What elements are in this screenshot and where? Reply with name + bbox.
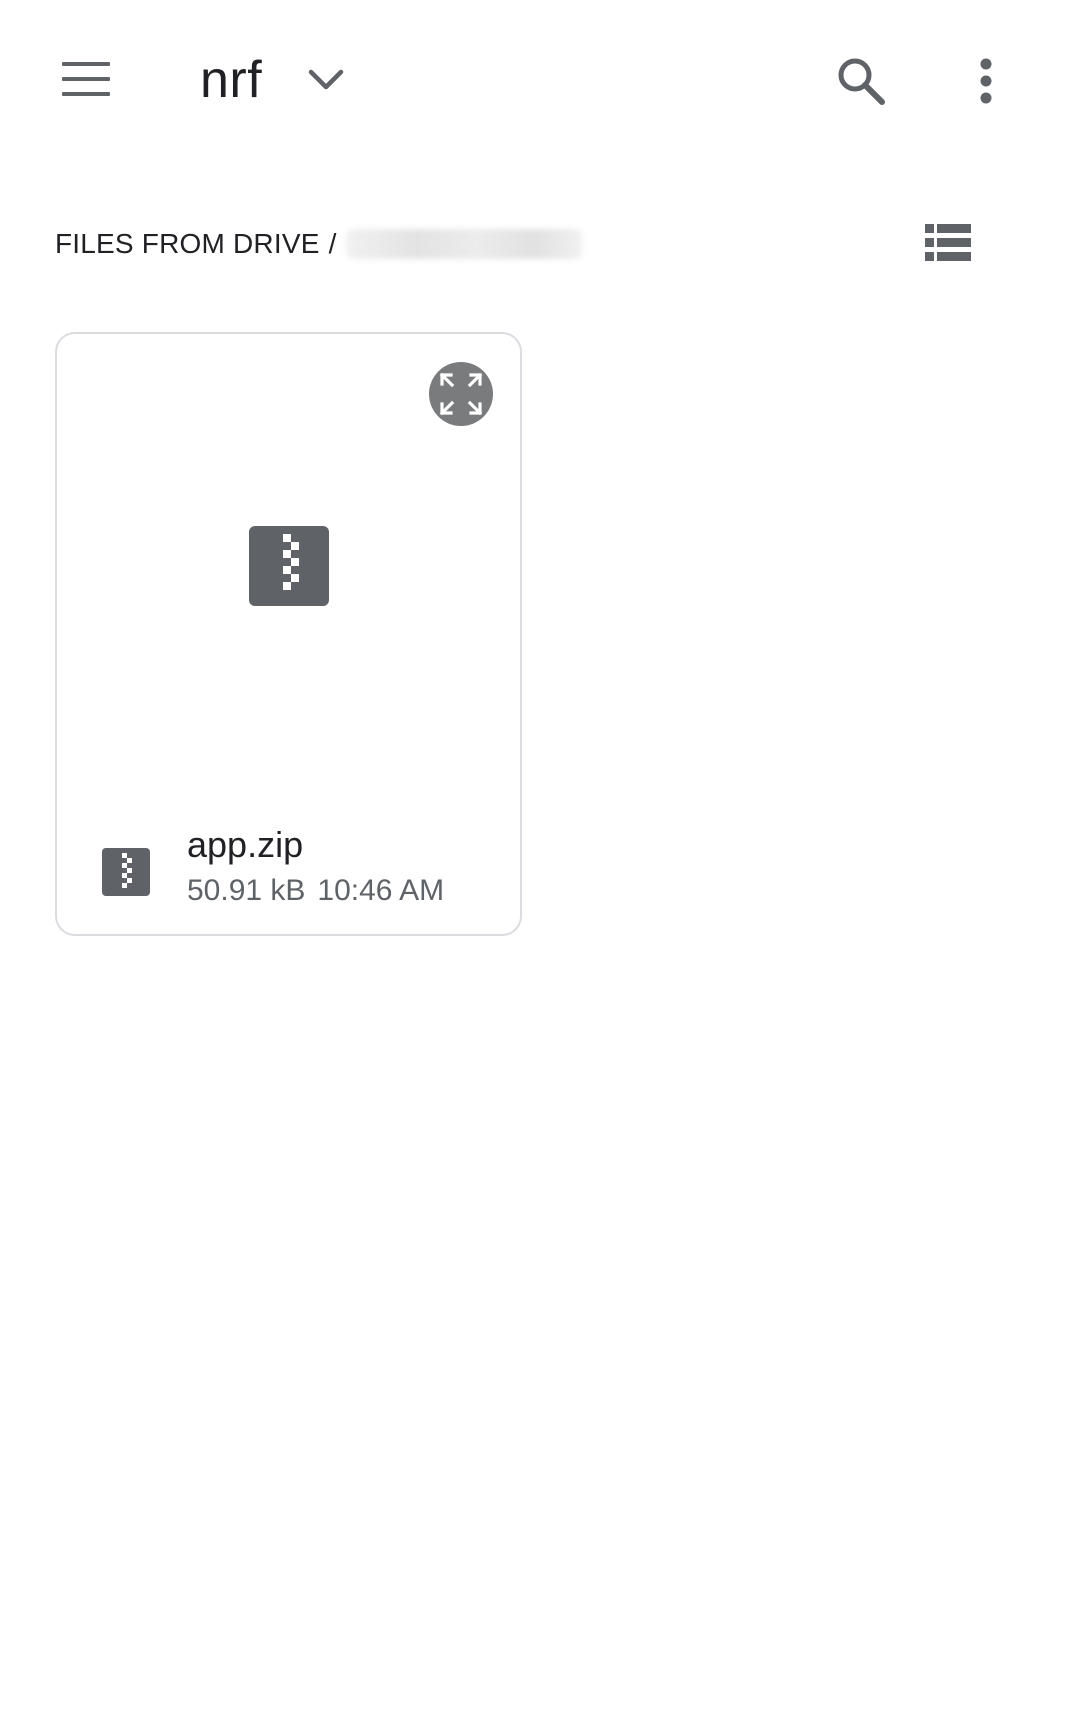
file-meta: 50.91 kB 10:46 AM (187, 874, 444, 908)
view-toggle-button[interactable] (918, 216, 978, 270)
expand-preview-button[interactable] (429, 362, 493, 426)
fullscreen-expand-icon (439, 372, 483, 416)
app-bar: nrf (0, 0, 1071, 160)
list-view-icon (925, 224, 971, 261)
search-button[interactable] (826, 46, 896, 116)
breadcrumb-root[interactable]: FILES FROM DRIVE (55, 228, 320, 260)
folder-switcher[interactable]: nrf (200, 40, 348, 120)
menu-button[interactable] (50, 48, 122, 110)
more-vert-icon (980, 58, 992, 104)
breadcrumb-separator: / (328, 228, 337, 259)
zip-file-icon (102, 848, 150, 896)
hamburger-menu-icon (62, 62, 110, 96)
breadcrumb: FILES FROM DRIVE / (55, 222, 583, 266)
file-size: 50.91 kB (187, 874, 306, 907)
folder-title: nrf (200, 51, 263, 109)
file-time: 10:46 AM (317, 874, 445, 907)
file-name: app.zip (187, 824, 304, 865)
file-card-footer: app.zip 50.91 kB 10:46 AM (57, 824, 520, 914)
breadcrumb-account-blurred[interactable] (346, 229, 583, 259)
file-card[interactable]: app.zip 50.91 kB 10:46 AM (55, 332, 522, 936)
chevron-down-icon (304, 58, 348, 102)
search-icon (838, 58, 885, 105)
more-options-button[interactable] (956, 46, 1016, 116)
zip-file-icon (249, 526, 329, 606)
